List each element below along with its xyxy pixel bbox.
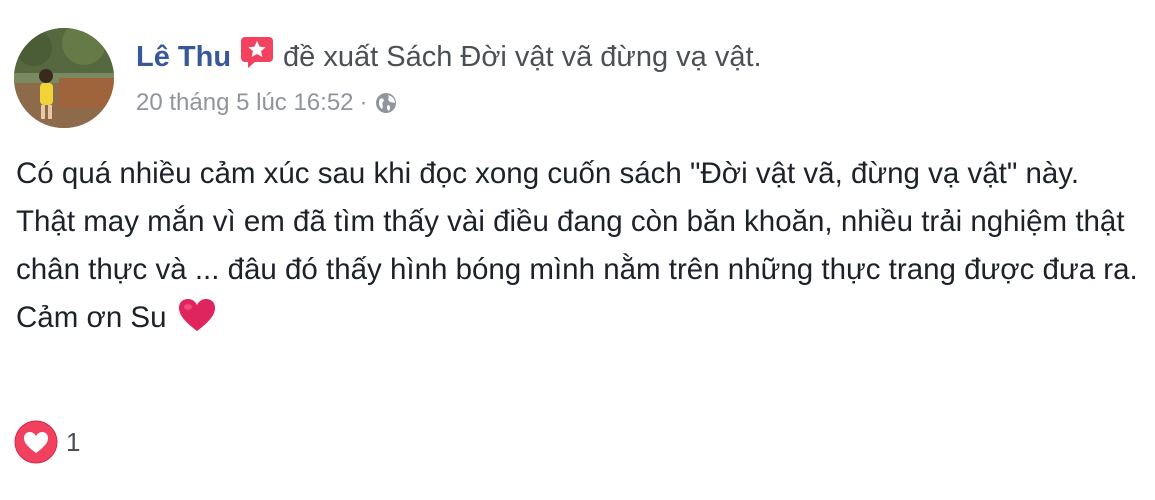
recommend-badge-icon (239, 34, 275, 70)
post-timestamp[interactable]: 20 tháng 5 lúc 16:52 (136, 89, 354, 116)
action-text: đề xuất (283, 41, 379, 73)
love-reaction-icon[interactable] (14, 420, 58, 464)
avatar[interactable] (14, 28, 114, 128)
post-meta: 20 tháng 5 lúc 16:52 · (136, 86, 398, 120)
post-body: Có quá nhiều cảm xúc sau khi đọc xong cu… (16, 150, 1141, 342)
avatar-photo (14, 28, 114, 128)
meta-separator: · (359, 89, 368, 116)
book-title-link[interactable]: Sách Đời vật vã đừng vạ vật. (386, 41, 761, 73)
red-heart-icon (177, 297, 217, 333)
globe-icon[interactable] (374, 91, 398, 115)
reactions-bar[interactable]: 1 (14, 420, 80, 464)
author-name[interactable]: Lê Thu (136, 41, 231, 73)
reaction-count[interactable]: 1 (66, 427, 80, 458)
post-header: Lê Thu đề xuất Sách Đời vật vã đừng vạ v… (136, 34, 762, 77)
